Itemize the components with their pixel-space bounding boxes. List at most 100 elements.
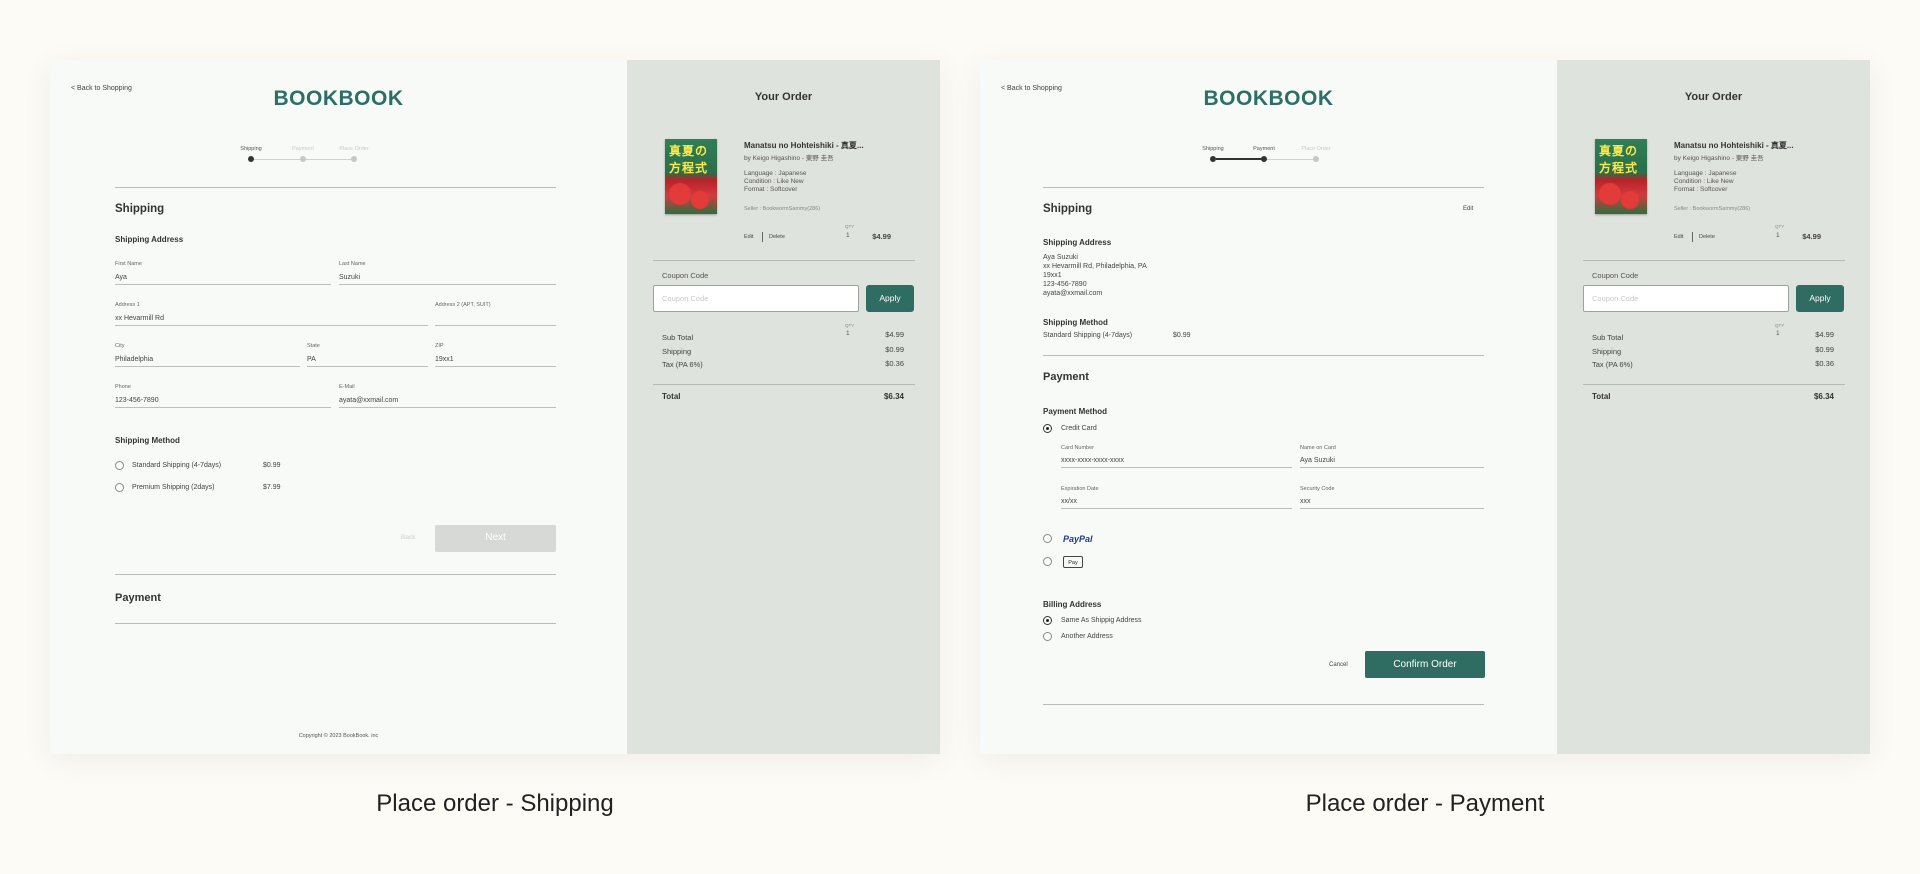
divider (1583, 384, 1845, 385)
subtotal-value: $4.99 (1815, 330, 1834, 339)
step-dot-shipping (1210, 156, 1216, 162)
shipping-method-price: $0.99 (1173, 332, 1191, 339)
subtotal-qty: 1 (1776, 330, 1780, 337)
apple-pay-radio[interactable] (1043, 557, 1052, 566)
coupon-input[interactable]: Coupon Code (653, 285, 859, 312)
payment-screen: < Back to Shopping BOOKBOOK Shipping Pay… (980, 60, 1870, 754)
card-number-label: Card Number (1061, 445, 1095, 451)
divider (115, 187, 556, 188)
divider (115, 574, 556, 575)
book-title[interactable]: Manatsu no Hohteishiki - 真夏... (744, 140, 864, 151)
coupon-input[interactable]: Coupon Code (1583, 285, 1789, 312)
total-label: Total (662, 392, 681, 401)
book-language: Language : Japanese (1674, 170, 1737, 177)
step-dot-shipping (248, 156, 254, 162)
standard-shipping-radio[interactable] (115, 461, 124, 470)
expiration-field[interactable]: xx/xx (1061, 498, 1077, 505)
checkout-form-panel: < Back to Shopping BOOKBOOK Shipping Pay… (980, 60, 1557, 754)
shipping-method-heading: Shipping Method (115, 436, 180, 445)
zip-field[interactable]: 19xx1 (435, 356, 454, 363)
step-label-shipping: Shipping (240, 146, 262, 152)
same-as-shipping-radio[interactable] (1043, 616, 1052, 625)
step-label-place-order: Place Order (1301, 146, 1331, 152)
address-line-name: Aya Suzuki (1043, 254, 1078, 261)
book-format: Format : Softcover (744, 186, 798, 193)
city-field[interactable]: Philadelphia (115, 356, 153, 363)
address1-underline (115, 325, 428, 326)
another-address-radio[interactable] (1043, 632, 1052, 641)
delete-item-link[interactable]: Delete (1699, 234, 1715, 240)
state-underline (307, 366, 428, 367)
email-field[interactable]: ayata@xxmail.com (339, 397, 398, 404)
same-as-shipping-label: Same As Shippig Address (1061, 617, 1142, 624)
card-number-underline (1061, 467, 1292, 468)
copyright-text: Copyright © 2023 BookBook. inc (298, 733, 379, 739)
another-address-label: Another Address (1061, 633, 1113, 640)
confirm-order-button[interactable]: Confirm Order (1365, 651, 1485, 678)
address-line-phone: 123-456-7890 (1043, 281, 1087, 288)
book-seller[interactable]: Seller : BookwormSammy(286) (744, 206, 820, 212)
back-button[interactable]: Back (401, 534, 415, 541)
phone-field[interactable]: 123-456-7890 (115, 397, 159, 404)
address-line-zip: 19xx1 (1043, 272, 1062, 279)
delete-item-link[interactable]: Delete (769, 234, 785, 240)
paypal-radio[interactable] (1043, 534, 1052, 543)
coupon-label: Coupon Code (662, 271, 709, 280)
address1-field[interactable]: xx Hevarmill Rd (115, 315, 164, 322)
shipping-label: Shipping (662, 347, 692, 356)
shipping-method-label: Standard Shipping (4-7days) (1043, 332, 1133, 339)
cancel-button[interactable]: Cancel (1329, 662, 1348, 668)
step-label-shipping: Shipping (1202, 146, 1224, 152)
step-label-payment: Payment (1253, 146, 1275, 152)
email-label: E-Mail (339, 384, 355, 390)
step-dot-payment (300, 156, 306, 162)
first-name-field[interactable]: Aya (115, 274, 127, 281)
edit-shipping-link[interactable]: Edit (1463, 206, 1473, 212)
divider (653, 260, 915, 261)
qty-value[interactable]: 1 (1776, 232, 1780, 239)
state-field[interactable]: PA (307, 356, 316, 363)
shipping-value: $0.99 (1815, 345, 1834, 354)
paypal-logo: PayPal (1063, 534, 1093, 544)
premium-shipping-price: $7.99 (263, 484, 281, 491)
order-title: Your Order (754, 91, 813, 103)
card-number-field[interactable]: xxxx-xxxx-xxxx-xxxx (1061, 457, 1124, 464)
tax-value: $0.36 (1815, 359, 1834, 368)
city-underline (115, 366, 300, 367)
name-on-card-field[interactable]: Aya Suzuki (1300, 457, 1335, 464)
section-title-shipping: Shipping (115, 203, 165, 215)
apply-coupon-button[interactable]: Apply (1796, 285, 1844, 312)
book-title[interactable]: Manatsu no Hohteishiki - 真夏... (1674, 140, 1794, 151)
separator (762, 232, 763, 242)
address2-underline (435, 325, 556, 326)
divider (1043, 355, 1484, 356)
edit-item-link[interactable]: Edit (1674, 234, 1683, 240)
billing-address-heading: Billing Address (1043, 600, 1102, 609)
section-title-shipping: Shipping (1043, 203, 1093, 215)
order-title: Your Order (1684, 91, 1743, 103)
checkout-form-panel: < Back to Shopping BOOKBOOK Shipping Pay… (50, 60, 627, 754)
logo: BOOKBOOK (1203, 87, 1334, 110)
premium-shipping-radio[interactable] (115, 483, 124, 492)
shipping-screen: < Back to Shopping BOOKBOOK Shipping Pay… (50, 60, 940, 754)
book-condition: Condition : Like New (1674, 178, 1734, 185)
credit-card-label: Credit Card (1061, 425, 1097, 432)
edit-item-link[interactable]: Edit (744, 234, 753, 240)
next-button[interactable]: Next (435, 525, 556, 552)
item-price: $4.99 (872, 232, 891, 241)
book-seller[interactable]: Seller : BookwormSammy(286) (1674, 206, 1750, 212)
subtotal-label: Sub Total (1592, 333, 1624, 342)
credit-card-radio[interactable] (1043, 424, 1052, 433)
step-label-place-order: Place Order (339, 146, 369, 152)
last-name-underline (339, 284, 556, 285)
name-on-card-label: Name on Card (1300, 445, 1336, 451)
logo: BOOKBOOK (273, 87, 404, 110)
apply-coupon-button[interactable]: Apply (866, 285, 914, 312)
security-code-field[interactable]: xxx (1300, 498, 1311, 505)
last-name-field[interactable]: Suzuki (339, 274, 360, 281)
qty-value[interactable]: 1 (846, 232, 850, 239)
subtotal-value: $4.99 (885, 330, 904, 339)
address-line-email: ayata@xxmail.com (1043, 290, 1103, 297)
book-format: Format : Softcover (1674, 186, 1728, 193)
order-summary-panel: Your Order 真夏の方程式 Manatsu no Hohteishiki… (627, 60, 940, 754)
